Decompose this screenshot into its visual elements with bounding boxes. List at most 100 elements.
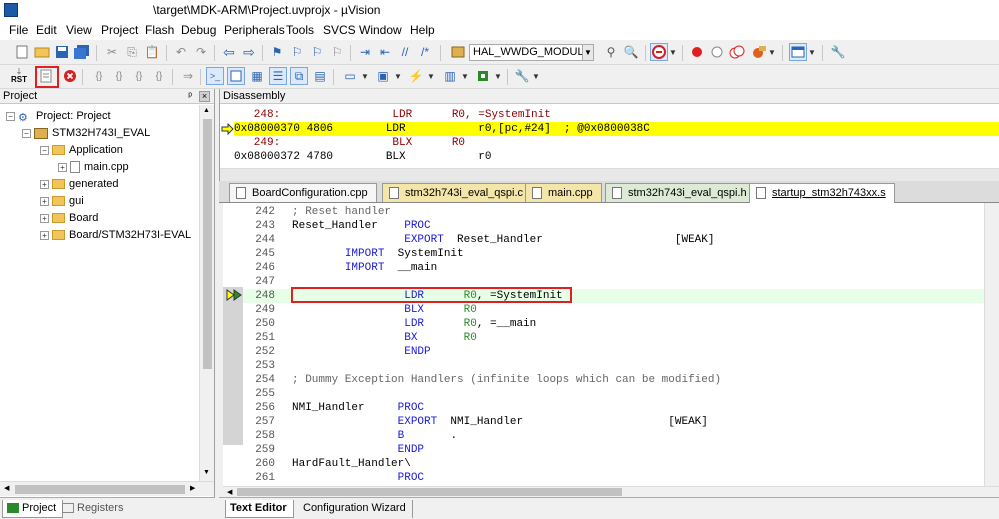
command-window-icon[interactable]: >_ [206, 67, 224, 85]
system-viewer-dropdown-icon[interactable]: ▼ [494, 67, 502, 85]
code-line[interactable]: 242 ; Reset handler [223, 205, 999, 219]
scroll-up-icon[interactable]: ▲ [203, 107, 210, 114]
window-layout-icon[interactable] [789, 43, 807, 61]
menu-peripherals[interactable]: Peripherals [224, 23, 285, 37]
new-file-icon[interactable] [13, 43, 31, 61]
expand-icon[interactable]: + [40, 213, 49, 223]
tab-startup-active[interactable]: startup_stm32h743xx.s [749, 183, 895, 203]
breakpoint-icon[interactable] [688, 43, 706, 61]
memory-window-icon[interactable]: ▭ [341, 67, 359, 85]
disable-breakpoints-icon[interactable] [728, 43, 746, 61]
step-out-icon[interactable]: {} [130, 67, 148, 85]
project-horizontal-scrollbar[interactable]: ◀ ▶ [0, 481, 214, 496]
menu-help[interactable]: Help [410, 23, 435, 37]
code-line[interactable]: 255 [223, 387, 999, 401]
paste-icon[interactable]: 📋 [143, 43, 161, 61]
watch-window-icon[interactable]: ▤ [311, 67, 329, 85]
copy-icon[interactable]: ⎘ [123, 43, 141, 61]
save-icon[interactable] [53, 43, 71, 61]
tree-file-main[interactable]: + main.cpp [58, 159, 129, 175]
menu-project[interactable]: Project [101, 23, 138, 37]
editor-horizontal-scrollbar[interactable]: ◀ [223, 486, 999, 497]
disassembly-window-icon[interactable] [227, 67, 245, 85]
indent-icon[interactable]: ⇥ [356, 43, 374, 61]
code-line[interactable]: 249 BLX R0 [223, 303, 999, 317]
tree-group-application[interactable]: − Application [40, 142, 123, 158]
tree-project-root[interactable]: − ⚙ Project: Project [6, 108, 111, 124]
tab-text-editor[interactable]: Text Editor [225, 500, 294, 518]
code-line[interactable]: 253 [223, 359, 999, 373]
tab-main-cpp[interactable]: main.cpp [525, 183, 602, 202]
menu-svcs[interactable]: SVCS [323, 23, 356, 37]
code-line[interactable]: 259 ENDP [223, 443, 999, 457]
menu-flash[interactable]: Flash [145, 23, 174, 37]
code-line[interactable]: 250 LDR R0, =__main [223, 317, 999, 331]
step-over-icon[interactable]: {} [110, 67, 128, 85]
menu-window[interactable]: Window [359, 23, 402, 37]
bookmark-icon[interactable]: ⚑ [268, 43, 286, 61]
tree-group-gui[interactable]: + gui [40, 193, 84, 209]
close-icon[interactable]: × [199, 91, 210, 102]
target-combo[interactable]: HAL_WWDG_MODULE_EI [469, 44, 591, 61]
collapse-icon[interactable]: − [6, 111, 15, 121]
stop-debug-icon[interactable] [61, 67, 79, 85]
call-stack-icon[interactable]: ⧉ [290, 67, 308, 85]
clear-bookmarks-icon[interactable]: ⚐ [328, 43, 346, 61]
scroll-left-icon[interactable]: ◀ [4, 484, 9, 492]
uncomment-icon[interactable]: /* [416, 43, 434, 61]
symbols-window-icon[interactable]: ▦ [248, 67, 266, 85]
layout-dropdown-icon[interactable]: ▼ [808, 43, 816, 61]
menu-edit[interactable]: Edit [36, 23, 57, 37]
code-line[interactable]: 251 BX R0 [223, 331, 999, 345]
tree-group-generated[interactable]: + generated [40, 176, 119, 192]
menu-view[interactable]: View [66, 23, 92, 37]
scroll-right-icon[interactable]: ▶ [190, 484, 195, 492]
project-vertical-scrollbar[interactable]: ▲ ▼ [199, 105, 214, 481]
enable-breakpoint-icon[interactable] [708, 43, 726, 61]
tree-group-board-eval[interactable]: + Board/STM32H73I-EVAL [40, 227, 191, 243]
scroll-thumb[interactable] [203, 119, 212, 369]
system-viewer-icon[interactable] [474, 67, 492, 85]
trace-dropdown-icon[interactable]: ▼ [461, 67, 469, 85]
kill-breakpoints-icon[interactable] [750, 43, 768, 61]
tab-registers[interactable]: Registers [58, 500, 129, 518]
code-line[interactable]: 243 Reset_Handler PROC [223, 219, 999, 233]
tab-boardconfiguration[interactable]: BoardConfiguration.cpp [229, 183, 377, 202]
download-icon[interactable] [37, 67, 55, 85]
prev-bookmark-icon[interactable]: ⚐ [288, 43, 306, 61]
code-line[interactable]: 245 IMPORT SystemInit [223, 247, 999, 261]
unindent-icon[interactable]: ⇤ [376, 43, 394, 61]
disassembly-horizontal-scrollbar[interactable] [220, 168, 999, 181]
toolbox-dropdown-icon[interactable]: ▼ [532, 67, 540, 85]
code-line[interactable]: 260 HardFault_Handler\ [223, 457, 999, 471]
nav-forward-icon[interactable]: ⇨ [240, 43, 258, 61]
toolbox-icon[interactable]: 🔧 [513, 67, 531, 85]
tree-target[interactable]: − STM32H743I_EVAL [22, 125, 150, 141]
code-line[interactable]: 254 ; Dummy Exception Handlers (infinite … [223, 373, 999, 387]
memory-dropdown-icon[interactable]: ▼ [361, 67, 369, 85]
code-line[interactable]: 246 IMPORT __main [223, 261, 999, 275]
code-line[interactable]: 257 EXPORT NMI_Handler [WEAK] [223, 415, 999, 429]
expand-icon[interactable]: + [40, 179, 49, 189]
collapse-icon[interactable]: − [22, 128, 31, 138]
undo-icon[interactable]: ↶ [172, 43, 190, 61]
scroll-left-icon[interactable]: ◀ [227, 488, 232, 496]
pin-icon[interactable]: ᵖ [188, 89, 192, 104]
run-to-cursor-icon[interactable]: {} [150, 67, 168, 85]
trace-window-icon[interactable]: ▥ [441, 67, 459, 85]
debug-session-icon[interactable] [650, 43, 668, 61]
open-folder-icon[interactable] [33, 43, 51, 61]
disassembly-listing[interactable]: 248: LDR R0, =SystemInit 0x08000370 4806… [220, 106, 999, 168]
registers-window-icon[interactable]: ☰ [269, 67, 287, 85]
serial-dropdown-icon[interactable]: ▼ [394, 67, 402, 85]
chevron-down-icon[interactable]: ▼ [582, 44, 594, 61]
tab-qspi-c[interactable]: stm32h743i_eval_qspi.c [382, 183, 533, 202]
scroll-down-icon[interactable]: ▼ [203, 469, 210, 476]
code-line[interactable]: 244 EXPORT Reset_Handler [WEAK] [223, 233, 999, 247]
nav-back-icon[interactable]: ⇦ [220, 43, 238, 61]
debug-dropdown-icon[interactable]: ▼ [669, 43, 677, 61]
collapse-icon[interactable]: − [40, 145, 49, 155]
menu-tools[interactable]: Tools [286, 23, 314, 37]
find-in-files-icon[interactable]: ⚲ [602, 43, 620, 61]
code-line[interactable]: 252 ENDP [223, 345, 999, 359]
